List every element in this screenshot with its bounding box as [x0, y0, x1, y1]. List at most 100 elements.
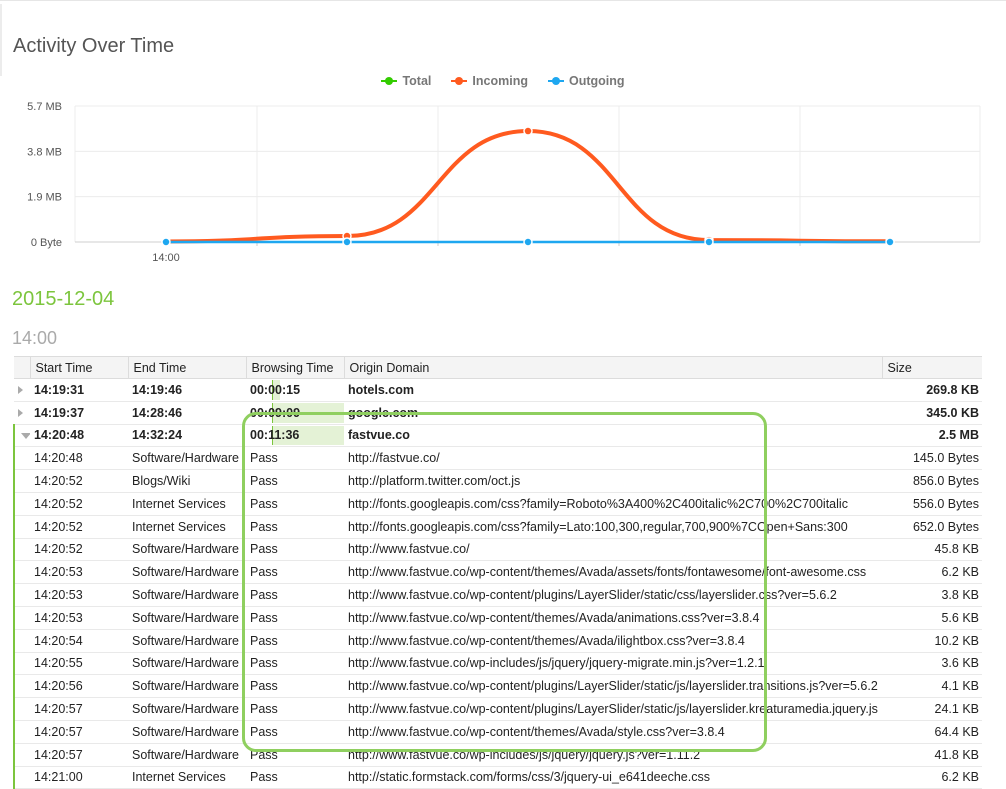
browsing-time-text: 00:11:36: [250, 428, 300, 443]
series-line-total: [164, 129, 892, 243]
request-category: Software/Hardware: [128, 629, 246, 653]
sessions-table: Start Time End Time Browsing Time Origin…: [13, 356, 982, 789]
request-row[interactable]: 14:20:52 Software/Hardware Pass http://www.…: [13, 538, 982, 562]
request-url[interactable]: http://fonts.googleapis.com/css?family=L…: [344, 515, 882, 539]
legend-item-incoming[interactable]: Incoming: [451, 74, 528, 88]
session-size: 2.5 MB: [882, 423, 982, 448]
session-browsing-time: 00:09:09: [246, 401, 344, 425]
request-size: 556.0 Bytes: [882, 492, 982, 516]
request-time: 14:20:52: [30, 538, 128, 562]
request-url[interactable]: http://www.fastvue.co/: [344, 538, 882, 562]
request-row[interactable]: 14:20:52 Blogs/Wiki Pass http://platform.tw…: [13, 469, 982, 493]
request-time: 14:20:57: [30, 743, 128, 767]
expand-toggle[interactable]: [14, 378, 30, 402]
request-row[interactable]: 14:20:53 Software/Hardware Pass http://www.…: [13, 606, 982, 630]
expand-toggle[interactable]: [14, 401, 30, 425]
request-row[interactable]: 14:20:57 Software/Hardware Pass http://www.…: [13, 697, 982, 721]
request-row[interactable]: 14:20:57 Software/Hardware Pass http://www.…: [13, 720, 982, 744]
request-row[interactable]: 14:20:54 Software/Hardware Pass http://www.…: [13, 629, 982, 653]
request-row[interactable]: 14:20:56 Software/Hardware Pass http://www.…: [13, 674, 982, 699]
child-indent: [13, 629, 30, 653]
child-indent: [13, 720, 30, 744]
request-size: 10.2 KB: [882, 629, 982, 653]
request-url[interactable]: http://fastvue.co/: [344, 446, 882, 471]
request-category: Blogs/Wiki: [128, 469, 246, 493]
request-status: Pass: [246, 766, 344, 789]
request-size: 145.0 Bytes: [882, 446, 982, 471]
request-status: Pass: [246, 446, 344, 471]
data-point-incoming: [523, 126, 533, 136]
session-end-time: 14:19:46: [128, 378, 246, 402]
request-category: Software/Hardware: [128, 743, 246, 767]
request-category: Internet Services: [128, 492, 246, 516]
column-header-start-time[interactable]: Start Time: [30, 356, 129, 379]
page-title: Activity Over Time: [13, 35, 175, 58]
hour-heading: 14:00: [12, 328, 58, 348]
request-row[interactable]: 14:20:52 Internet Services Pass http://font…: [13, 515, 982, 539]
request-time: 14:20:52: [30, 469, 128, 493]
request-size: 64.4 KB: [882, 720, 982, 744]
session-origin-domain[interactable]: hotels.com: [344, 378, 882, 402]
request-url[interactable]: http://www.fastvue.co/wp-content/themes/…: [344, 720, 882, 744]
request-row[interactable]: 14:20:57 Software/Hardware Pass http://www.…: [13, 743, 982, 767]
child-indent: [13, 538, 30, 562]
request-size: 4.1 KB: [882, 674, 982, 699]
column-header-size[interactable]: Size: [882, 356, 982, 379]
request-size: 652.0 Bytes: [882, 515, 982, 539]
request-url[interactable]: http://static.formstack.com/forms/css/3/…: [344, 766, 882, 789]
request-category: Software/Hardware: [128, 560, 246, 585]
session-row[interactable]: 14:19:31 14:19:46 00:00:15 hotels.com 269.8 …: [14, 378, 982, 402]
caret-right-icon[interactable]: [18, 385, 23, 394]
request-url[interactable]: http://www.fastvue.co/wp-content/plugins…: [344, 697, 882, 721]
request-row[interactable]: 14:20:53 Software/Hardware Pass http://www.…: [13, 560, 982, 585]
legend-item-total[interactable]: Total: [381, 74, 431, 88]
request-row[interactable]: 14:20:55 Software/Hardware Pass http://www.…: [13, 652, 982, 676]
request-time: 14:20:48: [30, 446, 128, 471]
request-size: 6.2 KB: [882, 766, 982, 789]
column-header-origin-domain[interactable]: Origin Domain: [344, 356, 883, 379]
column-header-browsing-time[interactable]: Browsing Time: [246, 356, 345, 379]
request-url[interactable]: http://www.fastvue.co/wp-content/plugins…: [344, 583, 882, 607]
request-size: 41.8 KB: [882, 743, 982, 767]
x-tick-label: 14:00: [152, 252, 180, 264]
session-origin-domain[interactable]: google.com: [344, 401, 882, 425]
session-start-time: 14:19:37: [30, 401, 128, 425]
request-row[interactable]: 14:20:52 Internet Services Pass http://font…: [13, 492, 982, 516]
request-url[interactable]: http://platform.twitter.com/oct.js: [344, 469, 882, 493]
request-time: 14:20:54: [30, 629, 128, 653]
request-url[interactable]: http://www.fastvue.co/wp-includes/js/jqu…: [344, 652, 882, 676]
request-url[interactable]: http://www.fastvue.co/wp-content/themes/…: [344, 629, 882, 653]
request-url[interactable]: http://www.fastvue.co/wp-includes/js/jqu…: [344, 743, 882, 767]
expand-toggle[interactable]: [13, 423, 30, 448]
caret-down-icon[interactable]: [21, 433, 30, 440]
table-header-row: Start Time End Time Browsing Time Origin…: [14, 356, 982, 379]
child-indent: [13, 583, 30, 607]
legend-label-total: Total: [402, 74, 432, 88]
request-time: 14:20:53: [30, 606, 128, 630]
session-row[interactable]: 14:20:48 14:32:24 00:11:36 fastvue.co 2.5 MB: [13, 423, 982, 448]
column-header-end-time[interactable]: End Time: [128, 356, 247, 379]
request-url[interactable]: http://www.fastvue.co/wp-content/themes/…: [344, 606, 882, 630]
request-row[interactable]: 14:20:48 Software/Hardware Pass http://fast…: [13, 446, 982, 471]
date-heading: 2015-12-04: [12, 288, 115, 310]
request-url[interactable]: http://www.fastvue.co/wp-content/themes/…: [344, 560, 882, 585]
caret-right-icon[interactable]: [18, 408, 23, 417]
request-time: 14:20:56: [30, 674, 128, 699]
request-category: Software/Hardware: [128, 606, 246, 630]
left-border: [0, 4, 4, 76]
data-point-outgoing: [523, 237, 533, 247]
legend-item-outgoing[interactable]: Outgoing: [547, 74, 625, 88]
request-category: Software/Hardware: [128, 446, 246, 471]
legend-marker-total: [381, 76, 398, 86]
session-row[interactable]: 14:19:37 14:28:46 00:09:09 google.com 345.0 …: [14, 401, 982, 425]
request-category: Software/Hardware: [128, 697, 246, 721]
legend-dot: [551, 77, 560, 85]
request-row[interactable]: 14:21:00 Internet Services Pass http://stat…: [13, 766, 982, 789]
request-row[interactable]: 14:20:53 Software/Hardware Pass http://www.…: [13, 583, 982, 607]
request-url[interactable]: http://fonts.googleapis.com/css?family=R…: [344, 492, 882, 516]
request-url[interactable]: http://www.fastvue.co/wp-content/plugins…: [344, 674, 882, 699]
child-indent: [13, 606, 30, 630]
session-size: 269.8 KB: [882, 378, 982, 402]
session-origin-domain[interactable]: fastvue.co: [344, 423, 882, 448]
request-status: Pass: [246, 515, 344, 539]
